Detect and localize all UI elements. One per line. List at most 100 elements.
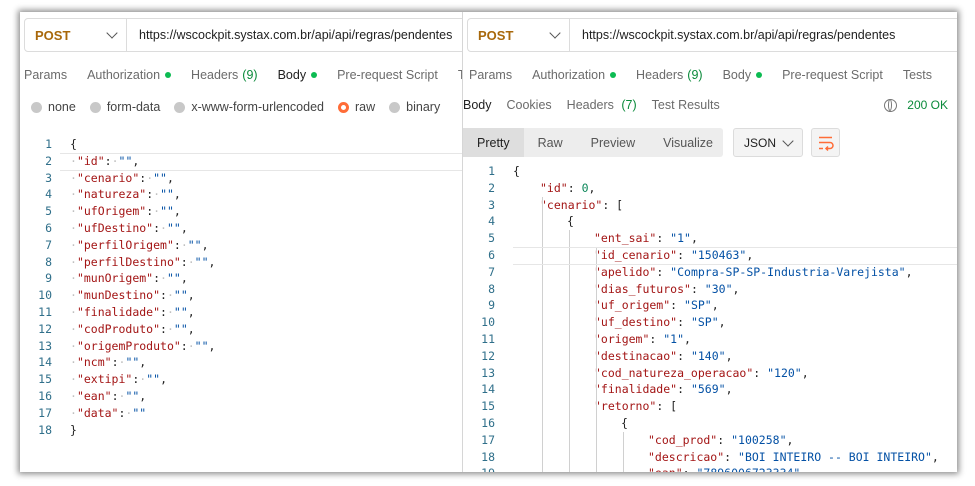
tab-authorization[interactable]: Authorization (87, 68, 172, 82)
code-text: ·"munDestino":·"", (52, 287, 195, 304)
code-text: { (52, 136, 77, 153)
status-code[interactable]: 200 OK (907, 98, 948, 112)
tab-pre-request-script[interactable]: Pre-request Script (782, 68, 883, 82)
code-line: 1{ (20, 136, 462, 153)
code-text: ·"natureza":·"", (52, 186, 181, 203)
json-key: "dias_futuros" (594, 281, 691, 296)
code-line: 13 "cod_natureza_operacao": "120", (463, 365, 957, 382)
tab-params[interactable]: Params (469, 68, 512, 82)
radio-label: binary (406, 100, 441, 114)
radio-raw[interactable]: raw (338, 100, 375, 114)
indent-marker: · (70, 204, 77, 219)
radio-form-data[interactable]: form-data (89, 100, 160, 114)
format-select[interactable]: JSON (733, 128, 803, 157)
tab-body[interactable]: Body (278, 68, 318, 82)
code-line: 12 ·"codProduto":·"", (20, 321, 462, 338)
code-text: ·"ncm":·"", (52, 354, 146, 371)
tab-params[interactable]: Params (24, 68, 67, 82)
json-key: "origemProduto" (76, 338, 181, 353)
view-mode-pretty[interactable]: Pretty (463, 128, 524, 157)
json-key: "ean" (76, 388, 112, 403)
tab-label: Pre-request Script (337, 68, 438, 82)
status-dot-icon (610, 72, 617, 78)
indent-marker: · (70, 355, 77, 370)
url-input[interactable]: https://wscockpit.systax.com.br/api/api/… (127, 28, 452, 42)
json-string: "" (153, 170, 167, 185)
response-tab-headers[interactable]: Headers (7) (567, 98, 637, 112)
space-marker: · (166, 304, 174, 319)
code-line: 8 ·"perfilDestino":·"", (20, 254, 462, 271)
tab-headers[interactable]: Headers (9) (191, 68, 258, 82)
code-line: 2 "id": 0, (463, 180, 957, 197)
tab-body[interactable]: Body (723, 68, 763, 82)
code-line: 18} (20, 422, 462, 439)
line-number: 18 (38, 422, 52, 437)
tab-pre-request-script[interactable]: Pre-request Script (337, 68, 438, 82)
bracket: [ (616, 197, 624, 212)
tab-tests[interactable]: Tests (903, 68, 932, 82)
line-number: 5 (45, 204, 52, 219)
format-label: JSON (744, 135, 777, 150)
code-text: "retorno": [ (495, 398, 677, 415)
indent-marker: · (70, 372, 77, 387)
radio-x-www-form-urlencoded[interactable]: x-www-form-urlencoded (174, 100, 324, 114)
radio-none[interactable]: none (31, 100, 76, 114)
json-string: "30" (704, 281, 733, 296)
view-mode-preview[interactable]: Preview (577, 128, 649, 157)
json-key: "cenario" (540, 197, 603, 212)
method-select[interactable]: POST (25, 19, 127, 51)
radio-binary[interactable]: binary (389, 100, 440, 114)
view-mode-visualize[interactable]: Visualize (649, 128, 727, 157)
colon: : (753, 365, 768, 380)
url-input[interactable]: https://wscockpit.systax.com.br/api/api/… (570, 28, 895, 42)
line-number: 12 (38, 321, 52, 336)
code-line: 17 "cod_prod": "100258", (463, 432, 957, 449)
json-number: 0 (581, 180, 589, 195)
request-panel: POST https://wscockpit.systax.com.br/api… (20, 12, 462, 472)
request-body-editor[interactable]: 1{2 ·"id":·"", 3 ·"cenario":·"", 4 ·"natureza… (20, 136, 462, 438)
line-number: 18 (481, 449, 495, 464)
line-number: 17 (38, 405, 52, 420)
brace: { (621, 415, 628, 430)
json-string: "" (125, 355, 140, 370)
response-tab-cookies[interactable]: Cookies (507, 98, 552, 112)
response-body-viewer[interactable]: 1{2 "id": 0, 3 "cenario": [4{5 "ent_sai": "1… (463, 163, 957, 472)
tab-authorization[interactable]: Authorization (532, 68, 617, 82)
comma: , (588, 180, 596, 195)
colon: : (180, 254, 188, 269)
screenshot-frame: POST https://wscockpit.systax.com.br/api… (20, 12, 957, 472)
tab-count: (9) (687, 68, 703, 82)
indent-marker: · (70, 220, 77, 235)
json-key: "ufOrigem" (76, 204, 147, 219)
line-number: 8 (488, 281, 495, 296)
json-string: "" (166, 271, 181, 286)
wrap-lines-button[interactable] (811, 128, 840, 157)
view-mode-bar: Pretty Raw Preview Visualize (463, 128, 723, 157)
globe-icon[interactable] (884, 98, 898, 112)
code-text: { (495, 213, 574, 230)
json-key: "descricao" (648, 449, 725, 464)
tab-headers[interactable]: Headers (9) (636, 68, 703, 82)
code-line: 12 "destinacao": "140", (463, 348, 957, 365)
line-number: 16 (481, 415, 495, 430)
tab-label: Headers (636, 68, 684, 82)
code-line: 15 "retorno": [ (463, 398, 957, 415)
tab-label: Body (277, 68, 307, 82)
json-string: "140" (690, 348, 726, 363)
view-mode-raw[interactable]: Raw (524, 128, 577, 157)
comma: , (180, 271, 188, 286)
method-select[interactable]: POST (468, 19, 570, 51)
colon: : (677, 348, 691, 363)
json-string: "" (173, 321, 188, 336)
line-number: 6 (45, 220, 52, 235)
json-string: "" (194, 254, 209, 269)
colon: : (180, 338, 188, 353)
json-key: "finalidade" (594, 382, 678, 397)
json-string: "120" (767, 365, 802, 380)
json-key: "perfilDestino" (76, 254, 181, 269)
response-tab-body[interactable]: Body (463, 98, 492, 112)
code-text: ·"codProduto":·"", (52, 321, 195, 338)
radio-label: raw (355, 100, 376, 114)
line-number: 9 (45, 271, 52, 286)
response-tab-test-results[interactable]: Test Results (652, 98, 720, 112)
